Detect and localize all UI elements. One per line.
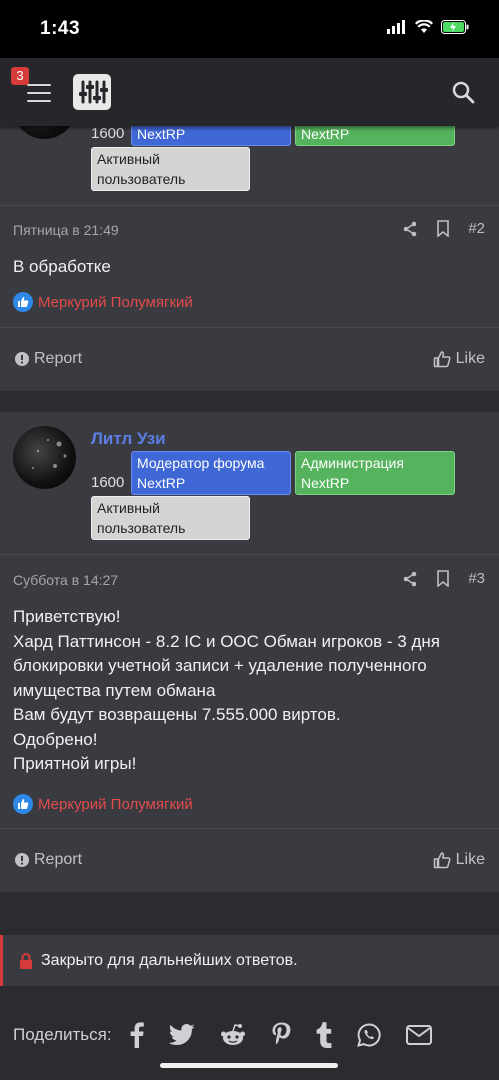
reaction-summary[interactable]: Меркурий Полумягкий bbox=[13, 794, 193, 814]
post-2: 1600 NextRP NextRP Активный пользователь… bbox=[0, 76, 499, 391]
reaction-user: Меркурий Полумягкий bbox=[38, 293, 193, 311]
report-button[interactable]: Report bbox=[15, 350, 82, 368]
share-icon[interactable] bbox=[402, 571, 418, 587]
avatar[interactable] bbox=[13, 426, 76, 489]
status-bar: 1:43 bbox=[0, 0, 499, 58]
home-indicator[interactable] bbox=[160, 1063, 338, 1068]
top-navbar: 3 bbox=[0, 58, 499, 126]
thumbs-up-outline-icon bbox=[433, 351, 451, 368]
share-bar: Поделиться: bbox=[0, 1010, 499, 1060]
site-logo[interactable] bbox=[73, 74, 111, 110]
bookmark-icon[interactable] bbox=[436, 220, 450, 237]
pinterest-icon[interactable] bbox=[271, 1022, 291, 1048]
signal-icon bbox=[387, 20, 405, 34]
post-author-block: Литл Узи 1600 Модератор форума NextRP Ад… bbox=[0, 412, 499, 555]
bookmark-icon[interactable] bbox=[436, 570, 450, 587]
battery-icon bbox=[441, 20, 469, 34]
search-button[interactable] bbox=[451, 80, 475, 109]
share-label: Поделиться: bbox=[13, 1025, 112, 1044]
author-name[interactable]: Литл Узи bbox=[91, 429, 166, 449]
menu-button[interactable] bbox=[27, 84, 51, 102]
post-footer: Report Like bbox=[0, 828, 499, 892]
notification-badge: 3 bbox=[11, 67, 29, 85]
wifi-icon bbox=[415, 20, 433, 33]
reaction-user: Меркурий Полумягкий bbox=[38, 795, 193, 813]
menu-icon bbox=[27, 84, 51, 86]
alert-icon bbox=[15, 853, 29, 867]
post-number[interactable]: #3 bbox=[468, 570, 485, 587]
like-button[interactable]: Like bbox=[433, 851, 485, 869]
status-time: 1:43 bbox=[40, 18, 81, 39]
thumbs-up-icon bbox=[13, 794, 33, 814]
share-icon[interactable] bbox=[402, 221, 418, 237]
user-badge-moderator: Модератор форума NextRP bbox=[131, 451, 291, 495]
tumblr-icon[interactable] bbox=[316, 1022, 332, 1048]
thumbs-up-outline-icon bbox=[433, 852, 451, 869]
thumbs-up-icon bbox=[13, 292, 33, 312]
sliders-icon bbox=[79, 80, 108, 104]
post-number[interactable]: #2 bbox=[468, 220, 485, 237]
status-icons bbox=[387, 20, 469, 34]
post-actions: #2 bbox=[402, 220, 485, 237]
user-count: 1600 bbox=[91, 125, 125, 142]
post-date[interactable]: Суббота в 14:27 bbox=[13, 572, 118, 588]
post-footer: Report Like bbox=[0, 327, 499, 391]
twitter-icon[interactable] bbox=[168, 1024, 195, 1046]
post-3: Литл Узи 1600 Модератор форума NextRP Ад… bbox=[0, 412, 499, 892]
user-count: 1600 bbox=[91, 474, 125, 491]
share-icons bbox=[130, 1022, 432, 1048]
email-icon[interactable] bbox=[405, 1025, 432, 1045]
thread-locked-notice: Закрыто для дальнейших ответов. bbox=[0, 935, 499, 986]
whatsapp-icon[interactable] bbox=[356, 1023, 381, 1047]
lock-icon bbox=[20, 952, 32, 969]
user-badge-admin: Администрация NextRP bbox=[295, 451, 455, 495]
facebook-icon[interactable] bbox=[130, 1022, 144, 1048]
search-icon bbox=[452, 81, 475, 104]
like-button[interactable]: Like bbox=[433, 350, 485, 368]
alert-icon bbox=[15, 352, 29, 366]
user-badge-moderator: NextRP bbox=[131, 123, 291, 146]
user-badge-active: Активный пользователь bbox=[91, 147, 250, 191]
reddit-icon[interactable] bbox=[220, 1023, 246, 1047]
report-button[interactable]: Report bbox=[15, 851, 82, 869]
post-date[interactable]: Пятница в 21:49 bbox=[13, 222, 119, 238]
post-actions: #3 bbox=[402, 570, 485, 587]
user-badge-active: Активный пользователь bbox=[91, 496, 250, 540]
post-body: В обработке bbox=[13, 257, 111, 276]
user-badge-admin: NextRP bbox=[295, 123, 455, 146]
reaction-summary[interactable]: Меркурий Полумягкий bbox=[13, 292, 193, 312]
post-body: Приветствую! Хард Паттинсон - 8.2 IC и O… bbox=[13, 607, 441, 773]
